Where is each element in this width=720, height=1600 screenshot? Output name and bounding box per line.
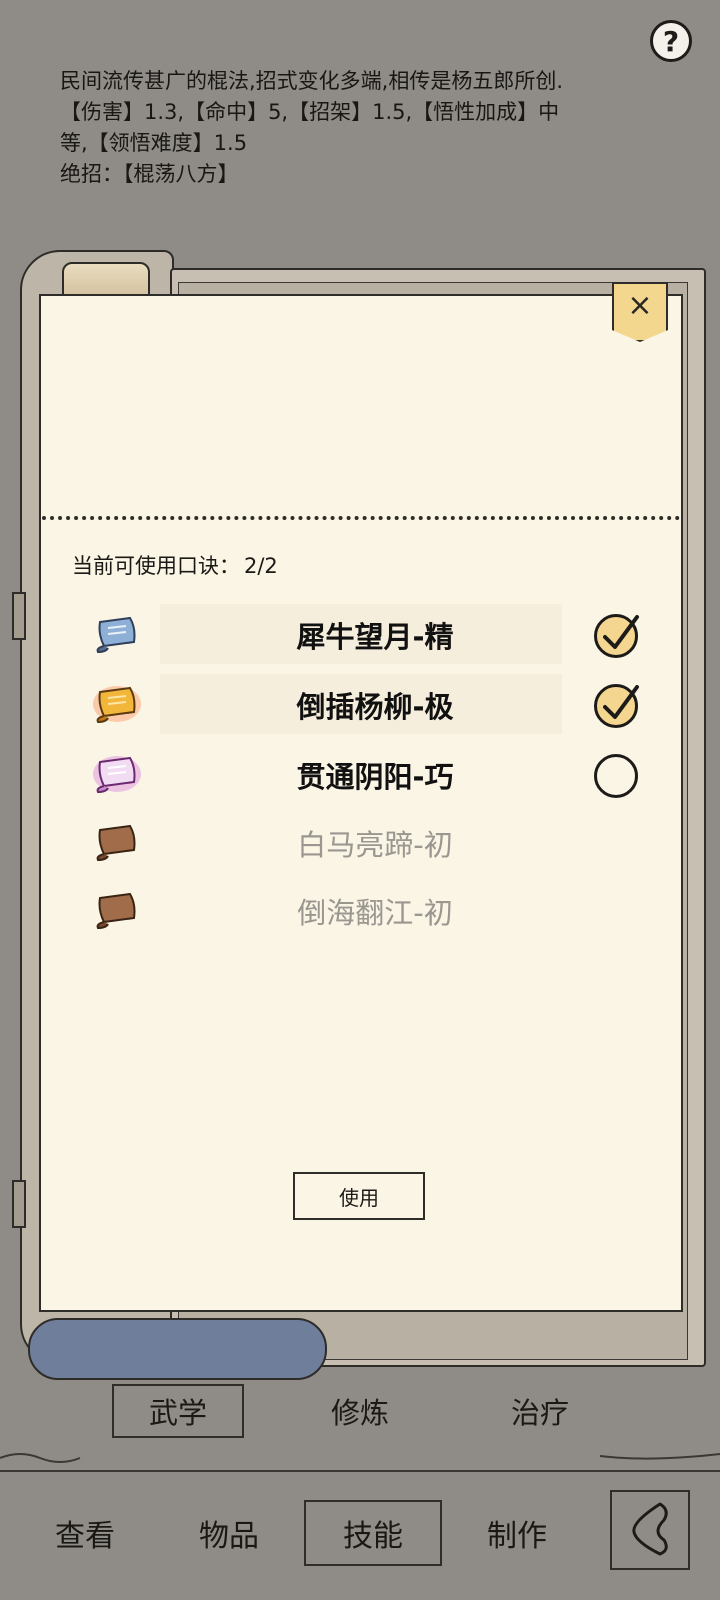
gold-scroll-icon [93,686,141,724]
tab-healing[interactable]: 治疗 [474,1384,606,1438]
quota-label: 当前可使用口诀： [72,554,240,578]
back-button[interactable] [610,1490,690,1570]
tab-label: 治疗 [510,1396,569,1430]
tab-cultivation[interactable]: 修炼 [294,1384,426,1438]
quota-value: 2/2 [244,554,278,578]
checkmark-icon [603,685,639,719]
skill-name: 倒海翻江-初 [297,896,453,930]
skill-name: 白马亮蹄-初 [297,828,453,862]
use-button-label: 使用 [339,1185,379,1210]
close-icon: × [627,288,653,323]
help-button[interactable]: ? [650,20,692,62]
nav-items[interactable]: 物品 [160,1500,298,1566]
skill-checkbox[interactable] [594,754,638,798]
brown-scroll-icon [96,824,136,862]
skill-name: 犀牛望月-精 [296,620,454,654]
scroll-notch [12,1180,26,1228]
nav-label: 制作 [487,1519,547,1554]
description-line: 【伤害】1.3,【命中】5,【招架】1.5,【悟性加成】中 [60,100,560,124]
skill-name: 贯通阴阳-巧 [296,760,454,794]
skill-checkbox[interactable] [594,614,639,658]
skill-description: 民间流传甚广的棍法,招式变化多端,相传是杨五郎所创. 【伤害】1.3,【命中】5… [60,66,660,190]
quota-text: 当前可使用口诀： 2/2 [72,550,278,580]
question-mark-icon: ? [662,24,680,58]
description-line: 等,【领悟难度】1.5 [60,131,248,155]
skill-name: 倒插杨柳-极 [296,690,454,724]
skill-checkbox[interactable] [594,684,639,728]
tab-label: 武学 [148,1396,207,1430]
nav-label: 技能 [343,1519,403,1554]
checkmark-icon [603,615,639,649]
scroll-notch [12,592,26,640]
tab-martial-arts[interactable]: 武学 [112,1384,244,1438]
bottom-nav-border [0,1470,720,1472]
nav-label: 查看 [55,1519,115,1554]
ink-wave-divider [0,1453,720,1463]
nav-skills[interactable]: 技能 [304,1500,442,1566]
description-line: 民间流传甚广的棍法,招式变化多端,相传是杨五郎所创. [60,69,564,93]
scroll-bottom-roll [28,1318,327,1380]
close-button[interactable]: × [612,282,668,342]
blue-scroll-icon [96,616,136,654]
use-button[interactable]: 使用 [293,1172,425,1220]
nav-view[interactable]: 查看 [16,1500,154,1566]
divider [42,516,680,520]
back-arrow-icon [632,1502,668,1556]
brown-scroll-icon [96,892,136,930]
nav-crafting[interactable]: 制作 [448,1500,586,1566]
purple-scroll-icon [93,756,141,794]
description-line: 绝招：【棍荡八方】 [60,162,239,186]
nav-label: 物品 [199,1519,259,1554]
tab-label: 修炼 [330,1396,389,1430]
